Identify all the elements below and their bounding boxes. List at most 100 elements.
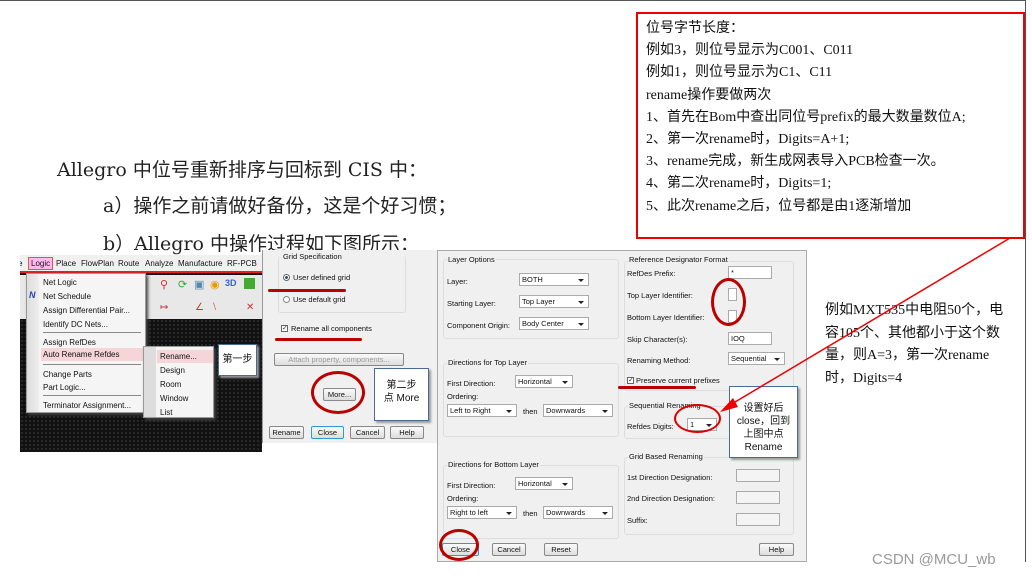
- menu-flowplan[interactable]: FlowPlan: [81, 259, 114, 268]
- redraw-icon[interactable]: ◉: [210, 278, 220, 291]
- note-box: 位号字节长度： 例如3，则位号显示为C001、C011 例如1，则位号显示为C1…: [636, 12, 1025, 239]
- top-layer-id-label: Top Layer Identifier:: [627, 291, 693, 300]
- more-reset-button[interactable]: Reset: [544, 543, 578, 556]
- attach-property-button[interactable]: Attach property, components...: [274, 353, 404, 366]
- layer-select[interactable]: BOTH: [519, 273, 589, 286]
- rename-dialog: Grid Specification User defined grid Use…: [262, 250, 437, 443]
- menu-item-net-logic[interactable]: Net Logic: [43, 278, 77, 287]
- top-order1-select[interactable]: Left to Right: [447, 404, 517, 417]
- more-cancel-button[interactable]: Cancel: [492, 543, 526, 556]
- bottom-then-label: then: [523, 509, 538, 518]
- refdes-digits-label: Refdes Digits:: [627, 422, 674, 431]
- bottom-layer-id-label: Bottom Layer Identifier:: [627, 313, 705, 322]
- cancel-button[interactable]: Cancel: [350, 426, 385, 439]
- arrow-annotation: [720, 237, 1011, 412]
- top-ordering-label: Ordering:: [447, 392, 479, 401]
- first-designation-input[interactable]: [736, 469, 780, 482]
- renaming-method-label: Renaming Method:: [627, 356, 691, 365]
- second-designation-input[interactable]: [736, 491, 780, 504]
- bottom-order1-select[interactable]: Right to left: [447, 506, 517, 519]
- refresh-icon[interactable]: ⟳: [178, 278, 187, 291]
- starting-layer-select[interactable]: Top Layer: [519, 295, 589, 308]
- menu-item-change-parts[interactable]: Change Parts: [43, 370, 92, 379]
- radio-user-label: User defined grid: [293, 273, 351, 282]
- note-line: 位号字节长度：: [646, 21, 744, 36]
- net-schedule-icon: N: [29, 290, 36, 300]
- submenu-rename[interactable]: Rename...: [160, 352, 197, 361]
- note-line: 5、此次rename之后，位号都是由1逐渐增加: [646, 198, 912, 214]
- refdes-prefix-label: RefDes Prefix:: [627, 269, 676, 278]
- menu-screenshot: e Logic Place FlowPlan Route Analyze Man…: [20, 255, 262, 452]
- first-designation-label: 1st Direction Designation:: [627, 473, 713, 482]
- skip-chars-label: Skip Character(s):: [627, 335, 688, 344]
- suffix-label: Suffix:: [627, 516, 648, 525]
- menu-place[interactable]: Place: [56, 259, 76, 268]
- menu-item-assign-diff-pair[interactable]: Assign Differential Pair...: [43, 306, 130, 315]
- page-title: Allegro 中位号重新排序与回标到 CIS 中：: [57, 159, 427, 181]
- watermark: CSDN @MCU_wb: [872, 551, 996, 568]
- dimension-icon[interactable]: ↦: [160, 302, 168, 313]
- second-designation-label: 2nd Direction Designation:: [627, 494, 715, 503]
- step1-callout: 第一步: [218, 344, 257, 376]
- help-button[interactable]: Help: [390, 426, 424, 439]
- note-line: 4、第二次rename时，Digits=1;: [646, 176, 832, 192]
- bottom-first-dir-select[interactable]: Horizontal: [515, 477, 573, 490]
- top-first-dir-select[interactable]: Horizontal: [515, 375, 573, 388]
- menu-item-auto-rename-refdes[interactable]: Auto Rename Refdes: [43, 350, 120, 359]
- menu-item-terminator-assignment[interactable]: Terminator Assignment...: [43, 401, 131, 410]
- submenu-design[interactable]: Design: [160, 366, 185, 375]
- bottom-ordering-label: Ordering:: [447, 494, 479, 503]
- suffix-input[interactable]: [736, 513, 780, 526]
- menu-logic[interactable]: Logic: [28, 257, 54, 270]
- bottom-order2-select[interactable]: Downwards: [543, 506, 613, 519]
- underline-user-grid: [268, 289, 346, 292]
- bottom-dir-title: Directions for Bottom Layer: [447, 460, 540, 469]
- menu-item-identify-dc-nets[interactable]: Identify DC Nets...: [43, 320, 108, 329]
- top-then-label: then: [523, 407, 538, 416]
- rename-all-checkbox[interactable]: ✓: [281, 325, 288, 332]
- submenu-list[interactable]: List: [160, 408, 172, 417]
- radio-user-defined[interactable]: [283, 274, 290, 281]
- zoom-fit-icon[interactable]: ▣: [194, 278, 204, 291]
- grid-spec-title: Grid Specification: [282, 252, 343, 261]
- close-button[interactable]: Close: [311, 426, 344, 439]
- submenu-window[interactable]: Window: [160, 394, 188, 403]
- radio-default-label: Use default grid: [293, 295, 346, 304]
- line-icon[interactable]: ⧵: [213, 302, 216, 313]
- menu-e[interactable]: e: [20, 259, 22, 268]
- component-origin-select[interactable]: Body Center: [519, 317, 589, 330]
- rename-button[interactable]: Rename: [269, 426, 304, 439]
- radio-default[interactable]: [283, 296, 290, 303]
- flip-icon[interactable]: [244, 278, 255, 289]
- menu-analyze[interactable]: Analyze: [145, 259, 173, 268]
- menu-item-net-schedule[interactable]: Net Schedule: [43, 292, 91, 301]
- bottom-first-dir-label: First Direction:: [447, 481, 496, 490]
- preserve-prefix-checkbox[interactable]: ✓: [627, 377, 634, 384]
- top-first-dir-label: First Direction:: [447, 379, 496, 388]
- menu-manufacture[interactable]: Manufacture: [178, 259, 222, 268]
- underline-rename-all: [275, 338, 362, 341]
- zoom-out-icon[interactable]: ⚲: [160, 278, 168, 291]
- step2-callout: 第二步点 More: [374, 368, 429, 421]
- more-help-button[interactable]: Help: [759, 543, 794, 556]
- circle-close: [439, 529, 479, 561]
- menubar: e Logic Place FlowPlan Route Analyze Man…: [20, 255, 262, 273]
- note-line: 3、rename完成，新生成网表导入PCB检查一次。: [646, 154, 945, 170]
- menu-route[interactable]: Route: [118, 259, 139, 268]
- layer-label: Layer:: [447, 277, 468, 286]
- layer-options-title: Layer Options: [447, 255, 496, 264]
- top-dir-title: Directions for Top Layer: [447, 358, 529, 367]
- note-line: 2、第一次rename时，Digits=A+1;: [646, 132, 850, 148]
- top-order2-select[interactable]: Downwards: [543, 404, 613, 417]
- page-frame-top: [0, 0, 1026, 1]
- submenu-room[interactable]: Room: [160, 380, 181, 389]
- logic-menu: N Net Logic Net Schedule Assign Differen…: [26, 273, 146, 413]
- 3d-icon[interactable]: 3D: [225, 278, 237, 288]
- grid-based-title: Grid Based Renaming: [628, 452, 704, 461]
- underline-preserve: [618, 386, 696, 389]
- menu-item-part-logic[interactable]: Part Logic...: [43, 383, 86, 392]
- menu-item-assign-refdes[interactable]: Assign RefDes: [43, 338, 96, 347]
- cross-icon[interactable]: ✕: [246, 302, 254, 313]
- menu-rf-pcb[interactable]: RF-PCB: [227, 259, 257, 268]
- angle-icon[interactable]: ∠: [195, 302, 204, 313]
